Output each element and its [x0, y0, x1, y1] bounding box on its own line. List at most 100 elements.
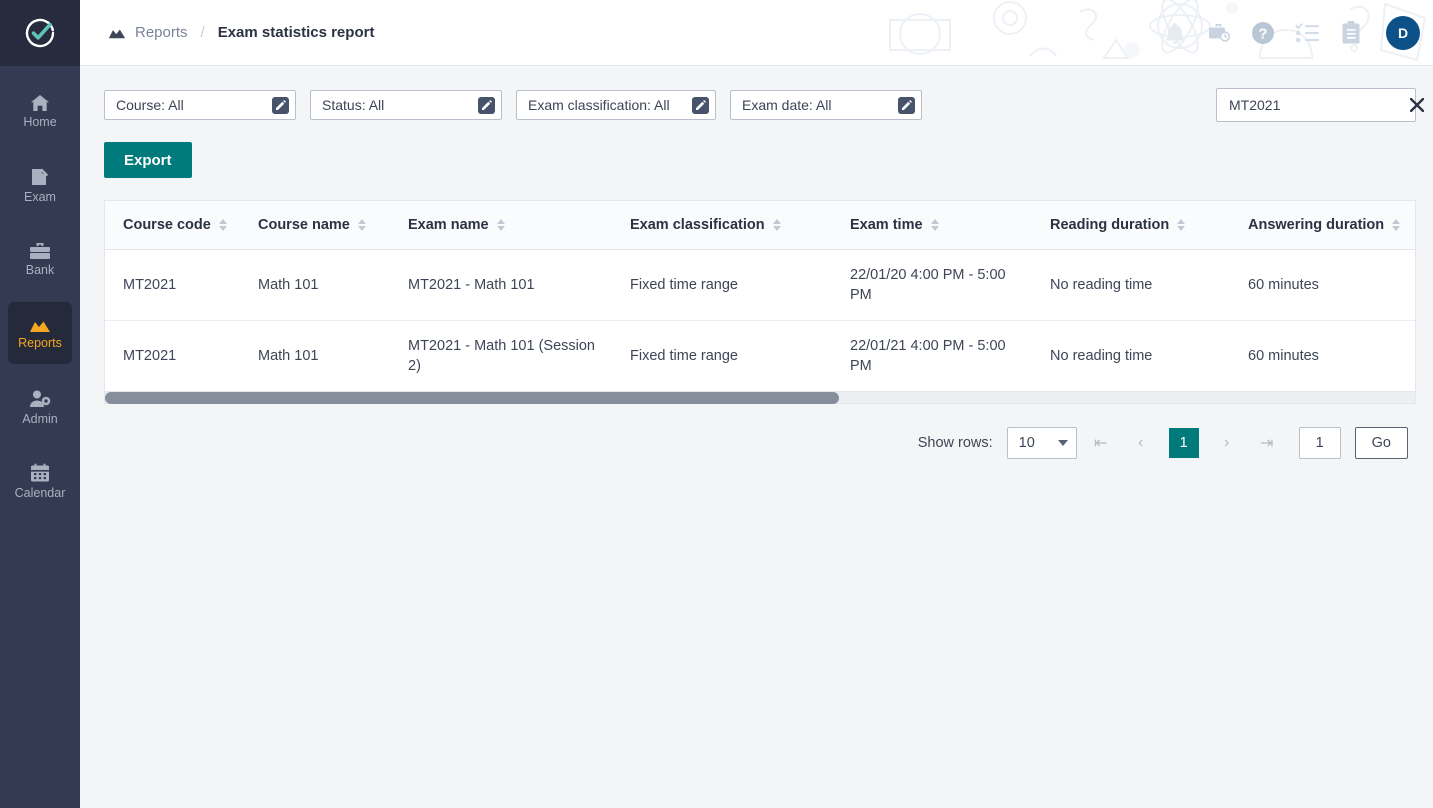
sidebar-item-label: Bank [25, 262, 55, 277]
sidebar-item-reports[interactable]: Reports [8, 302, 72, 364]
sidebar-item-label: Admin [22, 411, 58, 426]
content-area: Course: All Status: All Exam classificat… [80, 66, 1433, 808]
briefcase-clock-icon[interactable] [1206, 20, 1232, 46]
topbar-actions: ? D [1162, 15, 1420, 50]
page-title: Exam statistics report [217, 24, 375, 41]
cell-reading-duration: No reading time [1050, 277, 1153, 293]
export-button[interactable]: Export [104, 142, 192, 178]
cell-exam-name: MT2021 - Math 101 (Session 2) [408, 338, 595, 374]
app-root: Home Exam Bank Reports Admin Calendar Re… [0, 0, 1433, 808]
filter-label: Course: All [116, 97, 184, 113]
cell-reading-duration: No reading time [1050, 348, 1153, 364]
sort-icon[interactable] [357, 219, 366, 231]
sidebar-item-calendar[interactable]: Calendar [8, 450, 72, 512]
search-input[interactable] [1229, 97, 1410, 113]
top-bar: Reports / Exam statistics report ? D [80, 0, 1433, 66]
sidebar-item-exam[interactable]: Exam [8, 154, 72, 216]
filter-label: Exam date: All [742, 97, 832, 113]
sort-icon[interactable] [1392, 219, 1401, 231]
column-header-exam-classification[interactable]: Exam classification [612, 201, 832, 250]
filter-exam-date[interactable]: Exam date: All [730, 90, 922, 120]
column-header-answering-duration[interactable]: Answering duration [1230, 201, 1415, 250]
goto-page-input[interactable] [1298, 427, 1341, 459]
sort-icon[interactable] [218, 219, 227, 231]
column-header-exam-name[interactable]: Exam name [390, 201, 612, 250]
sidebar: Home Exam Bank Reports Admin Calendar [0, 0, 80, 808]
table-header-row: Course code Course name Exam name Exam c… [105, 201, 1415, 250]
cell-course-code: MT2021 [123, 277, 177, 293]
close-x-icon[interactable] [1410, 98, 1424, 112]
avatar[interactable]: D [1386, 15, 1420, 50]
column-header-label: Course code [123, 217, 211, 233]
next-page-icon[interactable]: › [1211, 427, 1243, 459]
column-header-course-name[interactable]: Course name [240, 201, 390, 250]
exam-statistics-table: Course code Course name Exam name Exam c… [105, 201, 1415, 391]
home-icon [31, 94, 49, 111]
admin-icon [30, 390, 51, 407]
edit-pencil-icon [478, 96, 495, 114]
reports-icon [30, 321, 50, 332]
filter-label: Exam classification: All [528, 97, 670, 113]
app-logo[interactable] [0, 0, 80, 66]
sort-icon[interactable] [930, 219, 939, 231]
breadcrumb-separator: / [200, 24, 205, 41]
search-box[interactable] [1216, 88, 1424, 122]
breadcrumb: Reports / Exam statistics report [108, 24, 374, 41]
edit-pencil-icon [272, 96, 289, 114]
table-row[interactable]: MT2021 Math 101 MT2021 - Math 101 (Sessi… [105, 321, 1415, 392]
breadcrumb-parent-link[interactable]: Reports [135, 24, 188, 41]
last-page-icon[interactable]: ⇥ [1251, 427, 1283, 459]
show-rows-label: Show rows: [917, 435, 993, 451]
cell-answering-duration: 60 minutes [1248, 348, 1319, 364]
page-number-1[interactable]: 1 [1168, 428, 1199, 458]
sidebar-item-bank[interactable]: Bank [8, 228, 72, 290]
help-circle-icon[interactable]: ? [1250, 20, 1276, 46]
rows-per-page-value: 10 [1018, 435, 1035, 451]
results-table-card: Course code Course name Exam name Exam c… [104, 200, 1416, 404]
sort-icon[interactable] [496, 219, 505, 231]
cell-course-code: MT2021 [123, 348, 177, 364]
reports-chart-icon [108, 26, 126, 39]
horizontal-scrollbar[interactable] [105, 391, 1415, 404]
sidebar-item-label: Calendar [14, 485, 66, 500]
edit-pencil-icon [692, 96, 709, 114]
column-header-label: Answering duration [1248, 217, 1385, 233]
sort-icon[interactable] [772, 219, 781, 231]
bell-icon[interactable] [1162, 20, 1188, 46]
cell-exam-name: MT2021 - Math 101 [408, 277, 535, 293]
column-header-label: Exam name [408, 217, 489, 233]
rows-per-page-select[interactable]: 10 [1006, 427, 1077, 459]
column-header-reading-duration[interactable]: Reading duration [1032, 201, 1230, 250]
first-page-icon[interactable]: ⇤ [1085, 427, 1117, 459]
scrollbar-thumb[interactable] [105, 392, 839, 404]
column-header-course-code[interactable]: Course code [105, 201, 240, 250]
sort-icon[interactable] [1177, 219, 1186, 231]
bank-icon [30, 242, 50, 259]
sidebar-item-label: Exam [24, 189, 56, 204]
sidebar-nav: Home Exam Bank Reports Admin Calendar [0, 66, 80, 524]
sidebar-item-home[interactable]: Home [8, 80, 72, 142]
exam-icon [32, 168, 49, 185]
checklist-icon[interactable] [1294, 20, 1320, 46]
sidebar-item-admin[interactable]: Admin [8, 376, 72, 438]
filter-status[interactable]: Status: All [310, 90, 502, 120]
pagination: Show rows: 10 ⇤ ‹ 1 › ⇥ Go [104, 427, 1416, 459]
table-row[interactable]: MT2021 Math 101 MT2021 - Math 101 Fixed … [105, 250, 1415, 321]
filter-course[interactable]: Course: All [104, 90, 296, 120]
check-circle-logo-icon [25, 18, 55, 48]
edit-pencil-icon [898, 96, 915, 114]
cell-course-name: Math 101 [258, 348, 319, 364]
sidebar-item-label: Home [23, 114, 57, 129]
prev-page-icon[interactable]: ‹ [1125, 427, 1157, 459]
column-header-label: Reading duration [1050, 217, 1170, 233]
column-header-label: Exam time [850, 217, 923, 233]
column-header-exam-time[interactable]: Exam time [832, 201, 1032, 250]
clipboard-icon[interactable] [1338, 20, 1364, 46]
column-header-label: Course name [258, 217, 350, 233]
go-button[interactable]: Go [1354, 427, 1408, 459]
filter-exam-classification[interactable]: Exam classification: All [516, 90, 716, 120]
cell-exam-classification: Fixed time range [630, 348, 738, 364]
cell-course-name: Math 101 [258, 277, 319, 293]
filter-bar: Course: All Status: All Exam classificat… [104, 88, 1424, 122]
main-area: Reports / Exam statistics report ? D Cou… [80, 0, 1433, 808]
